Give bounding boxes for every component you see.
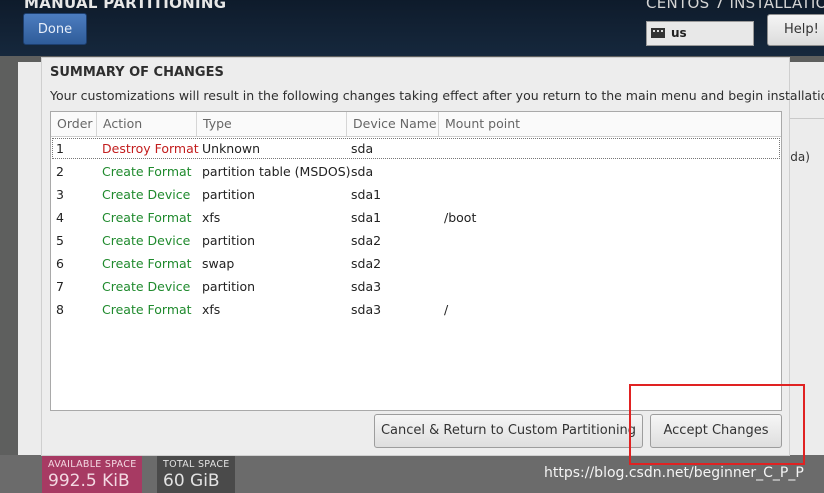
available-space-value: 992.5 KiB xyxy=(48,471,130,491)
table-row[interactable]: 8 Create Format xfs sda3 / xyxy=(51,298,781,321)
page-title: MANUAL PARTITIONING xyxy=(24,0,227,12)
cell-order: 2 xyxy=(56,164,64,179)
watermark-text: https://blog.csdn.net/beginner_C_P_P xyxy=(544,465,804,481)
cell-action: Create Device xyxy=(102,187,191,202)
column-header-order[interactable]: Order xyxy=(51,112,97,136)
cell-order: 5 xyxy=(56,233,64,248)
keyboard-icon xyxy=(651,28,665,38)
total-space-value: 60 GiB xyxy=(163,471,220,491)
cell-order: 3 xyxy=(56,187,64,202)
table-row[interactable]: 7 Create Device partition sda3 xyxy=(51,275,781,298)
cell-action: Create Format xyxy=(102,164,192,179)
cell-device: sda xyxy=(351,141,374,156)
cell-action: Create Device xyxy=(102,279,191,294)
top-bar: MANUAL PARTITIONING Done CENTOS 7 INSTAL… xyxy=(0,0,824,56)
cell-device: sda2 xyxy=(351,256,382,271)
column-header-mount-point[interactable]: Mount point xyxy=(439,112,781,136)
dialog-title: SUMMARY OF CHANGES xyxy=(50,65,224,80)
cell-type: partition xyxy=(202,279,256,294)
available-space-label: AVAILABLE SPACE xyxy=(48,459,137,470)
cell-order: 8 xyxy=(56,302,64,317)
cell-type: partition xyxy=(202,187,256,202)
column-header-action[interactable]: Action xyxy=(97,112,197,136)
table-row[interactable]: 4 Create Format xfs sda1/boot xyxy=(51,206,781,229)
table-row[interactable]: 2 Create Format partition table (MSDOS) sda xyxy=(51,160,781,183)
cell-order: 1 xyxy=(56,141,64,156)
keyboard-layout-label: us xyxy=(671,26,687,40)
cell-action: Destroy Format xyxy=(102,141,199,156)
cell-device: sda3 xyxy=(351,302,382,317)
installer-title: CENTOS 7 INSTALLATIO xyxy=(646,0,824,12)
cell-type: swap xyxy=(202,256,235,271)
cell-device: sda1 xyxy=(351,187,382,202)
cell-action: Create Format xyxy=(102,302,192,317)
cell-type: xfs xyxy=(202,302,221,317)
highlight-annotation-box xyxy=(629,384,805,465)
column-header-type[interactable]: Type xyxy=(197,112,347,136)
table-header: Order Action Type Device Name Mount poin… xyxy=(51,112,781,137)
cell-order: 7 xyxy=(56,279,64,294)
table-row[interactable]: 5 Create Device partition sda2 xyxy=(51,229,781,252)
table-row[interactable]: 1 Destroy Format Unknown sda xyxy=(51,137,781,160)
total-space-label: TOTAL SPACE xyxy=(163,459,230,470)
column-header-device-name[interactable]: Device Name xyxy=(347,112,439,136)
cell-device: sda xyxy=(351,164,374,179)
cell-action: Create Format xyxy=(102,210,192,225)
cancel-return-button[interactable]: Cancel & Return to Custom Partitioning xyxy=(374,414,643,448)
total-space-box: TOTAL SPACE 60 GiB xyxy=(157,456,235,493)
cell-action: Create Format xyxy=(102,256,192,271)
cell-order: 6 xyxy=(56,256,64,271)
cell-device: sda1 xyxy=(351,210,382,225)
cell-mount: / xyxy=(444,302,449,317)
cell-device: sda2 xyxy=(351,233,382,248)
cell-type: partition xyxy=(202,233,256,248)
cell-type: Unknown xyxy=(202,141,261,156)
done-button[interactable]: Done xyxy=(23,13,87,45)
available-space-box: AVAILABLE SPACE 992.5 KiB xyxy=(42,456,142,493)
changes-table[interactable]: Order Action Type Device Name Mount poin… xyxy=(50,111,782,411)
background-divider xyxy=(784,118,824,119)
cell-order: 4 xyxy=(56,210,64,225)
cell-action: Create Device xyxy=(102,233,191,248)
dialog-subtitle: Your customizations will result in the f… xyxy=(50,88,824,103)
cell-mount: /boot xyxy=(444,210,477,225)
keyboard-layout-indicator[interactable]: us xyxy=(646,21,754,46)
cell-type: partition table (MSDOS) xyxy=(202,164,351,179)
cell-type: xfs xyxy=(202,210,221,225)
table-row[interactable]: 6 Create Format swap sda2 xyxy=(51,252,781,275)
table-row[interactable]: 3 Create Device partition sda1 xyxy=(51,183,781,206)
help-button[interactable]: Help! xyxy=(767,14,824,46)
cell-device: sda3 xyxy=(351,279,382,294)
